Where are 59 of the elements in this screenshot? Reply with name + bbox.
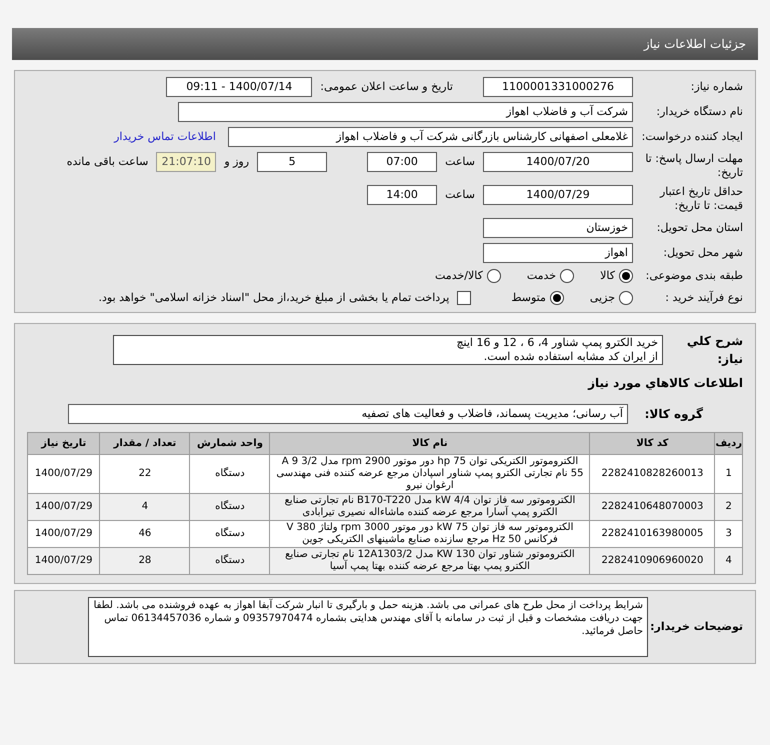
section-label: شرح کلي نياز: bbox=[686, 333, 743, 368]
validity-date-field: 1400/07/29 bbox=[483, 185, 633, 205]
province-field: خوزستان bbox=[483, 218, 633, 238]
deadline-date-field: 1400/07/20 bbox=[483, 152, 633, 172]
radio-label: کالا/خدمت bbox=[435, 268, 483, 284]
need-number-field: 1100001331000276 bbox=[483, 77, 633, 97]
requester-field: غلامعلی اصفهانی کارشناس بازرگانی شرکت آب و فاضلاب اهواز bbox=[228, 127, 633, 147]
page-title: جزئیات اطلاعات نیاز bbox=[644, 36, 746, 53]
validity-time-field: 14:00 bbox=[367, 185, 438, 205]
radio-button[interactable] bbox=[619, 269, 633, 284]
column-header: ردیف bbox=[714, 432, 742, 454]
radio-label: خدمت bbox=[526, 268, 556, 284]
field-label: نام دستگاه خریدار: bbox=[655, 105, 743, 119]
radio-button[interactable] bbox=[619, 290, 633, 305]
field-label: ایجاد کننده درخواست: bbox=[640, 130, 743, 144]
radio-label: متوسط bbox=[511, 290, 546, 306]
remaining-label: ساعت باقی مانده bbox=[66, 154, 148, 170]
description-field: خرید الکترو پمپ شناور 4، 6 ، 12 و 16 اینچ از ایران کد مشابه استفاده شده است. bbox=[113, 335, 663, 365]
time-label: ساعت bbox=[445, 187, 475, 203]
radio-button[interactable] bbox=[550, 290, 564, 305]
table-cell: 28 bbox=[100, 548, 190, 574]
section-label: توضیحات خریدار: bbox=[649, 618, 743, 635]
section-label: گروه کالا: bbox=[644, 406, 704, 423]
field-label: طبقه بندی موضوعی: bbox=[644, 269, 743, 284]
radio-button[interactable] bbox=[486, 269, 501, 284]
field-label: شماره نیاز: bbox=[690, 80, 743, 94]
column-header: تاریخ نیاز bbox=[28, 432, 100, 454]
column-header: تعداد / مقدار bbox=[100, 432, 190, 454]
deadline-time-field: 07:00 bbox=[367, 152, 438, 172]
column-header: واحد شمارش bbox=[190, 432, 270, 454]
announce-date-field: 1400/07/14 - 09:11 bbox=[166, 77, 312, 97]
table-cell: الکتروموتور شناور توان KW 130 مدل 12A1303/2 نام تجارتی صنایع الکترو پمپ بهتا مرجع عرضه کننده بهتا پمپ آسیا bbox=[270, 548, 590, 574]
contact-link[interactable]: اطلاعات تماس خریدار bbox=[114, 128, 216, 146]
field-label: نوع فرآیند خرید : bbox=[664, 290, 743, 305]
table-cell: 4 bbox=[714, 548, 742, 574]
field-label: شهر محل تحویل: bbox=[662, 246, 743, 260]
buyer-notes-field: شرایط پرداخت از محل طرح های عمرانی می باشد. هزینه حمل و بارگیری تا انبار شرکت آبفا اهواز به عهده فروشنده می باشد. لطفا جهت دریافت مشخصات و قبل از ثبت در سامانه با آقای مهندس هدایتی بشماره 09357970474 و شماره 06134457036 تماس حاصل فرمائید. bbox=[88, 597, 648, 657]
table-cell: دستگاه bbox=[190, 548, 270, 574]
section-title: اطلاعات کالاهاي مورد نياز bbox=[586, 375, 743, 392]
field-label: تاریخ و ساعت اعلان عمومی: bbox=[320, 78, 453, 95]
table-cell: 1400/07/29 bbox=[28, 548, 100, 574]
days-label: روز و bbox=[224, 154, 250, 170]
radio-label: جزیی bbox=[590, 290, 615, 306]
buyer-org-field: شرکت آب و فاضلاب اهواز bbox=[178, 102, 633, 122]
checkbox-label: پرداخت تمام یا بخشی از مبلغ خرید،از محل "اسناد خزانه اسلامی" خواهد بود. bbox=[98, 290, 450, 306]
field-label: حداقل تاریخ اعتبار قیمت: تا تاریخ: bbox=[658, 185, 743, 213]
column-header: کد کالا bbox=[590, 432, 715, 454]
remaining-time-field: 21:07:10 bbox=[156, 152, 216, 172]
field-label: مهلت ارسال پاسخ: تا تاریخ: bbox=[644, 152, 743, 180]
days-field: 5 bbox=[257, 152, 328, 172]
city-field: اهواز bbox=[483, 243, 633, 263]
radio-label: کالا bbox=[600, 268, 615, 284]
goods-group-field: آب رسانی؛ مدیریت پسماند، فاضلاب و فعالیت های تصفیه bbox=[68, 404, 628, 424]
field-label: استان محل تحویل: bbox=[656, 221, 743, 235]
column-header: نام کالا bbox=[270, 432, 590, 454]
table-cell: 2282410906960020 bbox=[590, 548, 715, 574]
time-label: ساعت bbox=[445, 154, 475, 170]
radio-button[interactable] bbox=[560, 269, 574, 284]
checkbox[interactable] bbox=[457, 290, 472, 305]
